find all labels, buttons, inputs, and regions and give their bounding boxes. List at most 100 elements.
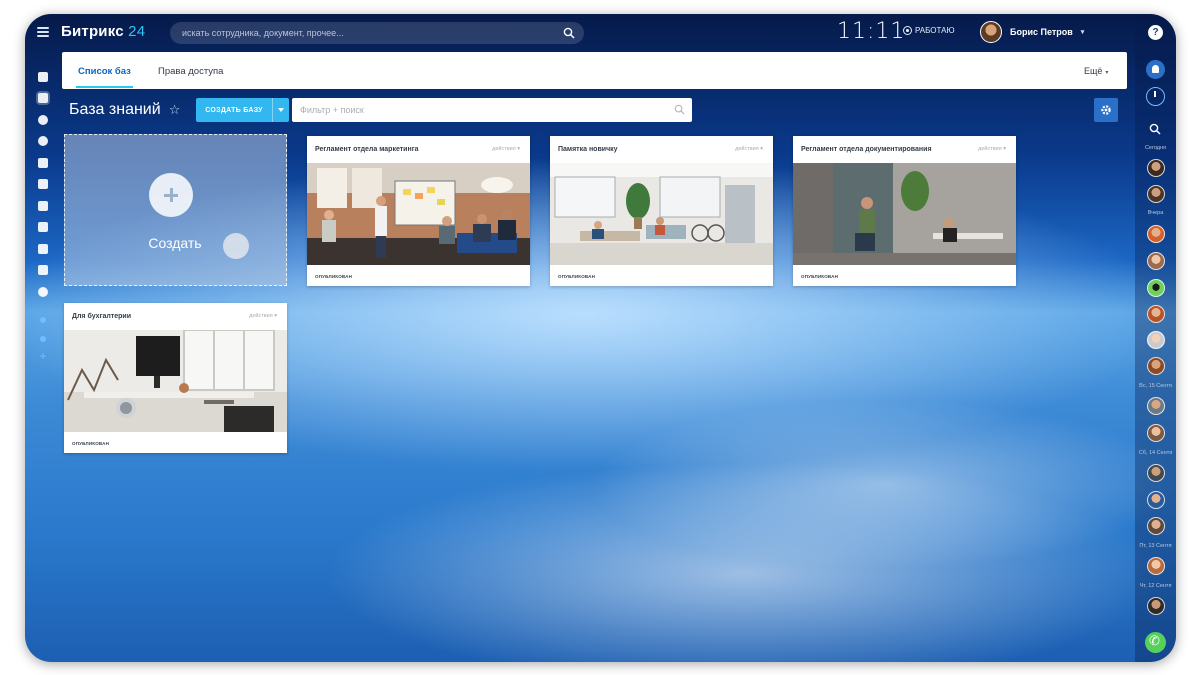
drive-icon <box>38 201 48 211</box>
menu-item-mail[interactable] <box>37 243 49 255</box>
knowledge-base-card[interactable]: Памятка новичку действия ▾ ОПУБЛИКОВАН <box>550 136 773 286</box>
card-title[interactable]: Регламент отдела маркетинга <box>315 146 419 153</box>
avatar[interactable] <box>1147 464 1165 482</box>
tab-access-rights[interactable]: Права доступа <box>158 66 223 77</box>
knowledge-base-card[interactable]: Для бухгалтерии действия ▾ ОПУБЛИКОВАН <box>64 303 287 453</box>
menu-item-sites[interactable] <box>37 114 49 126</box>
avatar[interactable] <box>1147 397 1165 415</box>
chart-icon <box>38 158 48 168</box>
feed-icon <box>38 72 48 82</box>
avatar[interactable] <box>1147 185 1165 203</box>
filter-input[interactable] <box>300 104 660 116</box>
avatar[interactable] <box>1147 331 1165 349</box>
menu-item-knowledge[interactable] <box>37 92 49 104</box>
avatar[interactable] <box>1147 597 1165 615</box>
bell-icon[interactable] <box>1146 60 1165 79</box>
menu-item-tasks[interactable] <box>37 178 49 190</box>
card-actions[interactable]: действия ▾ <box>978 146 1006 152</box>
avatar[interactable] <box>1147 357 1165 375</box>
card-cover-image[interactable] <box>64 330 287 432</box>
menu-item-calendar[interactable] <box>37 221 49 233</box>
menu-item-settings[interactable] <box>37 333 49 345</box>
avatar[interactable] <box>1147 557 1165 575</box>
gear-icon <box>1101 105 1111 115</box>
app-window: Битрикс 24 11:11 РАБОТАЮ Борис Петров ▾ <box>25 14 1176 662</box>
card-cover-image[interactable] <box>307 163 530 265</box>
apps-icon <box>38 265 48 275</box>
card-actions[interactable]: действия ▾ <box>735 146 763 152</box>
card-title[interactable]: Для бухгалтерии <box>72 313 131 320</box>
clock[interactable]: 11:11 <box>837 19 905 44</box>
plus-icon <box>149 173 193 217</box>
create-base-card[interactable]: Создать <box>64 134 287 286</box>
menu-item-drive[interactable] <box>37 200 49 212</box>
menu-item-crm[interactable] <box>37 135 49 147</box>
menu-item-more[interactable] <box>37 286 49 298</box>
star-icon[interactable]: ☆ <box>169 103 181 118</box>
contacts-search-icon[interactable] <box>1149 123 1161 135</box>
avatar[interactable] <box>1147 279 1165 297</box>
menu-item-sitemap[interactable] <box>37 314 49 326</box>
phone-icon[interactable] <box>1145 632 1166 653</box>
meeting-photo <box>307 163 530 265</box>
card-header: Для бухгалтерии действия ▾ <box>64 303 287 330</box>
menu-item-apps[interactable] <box>37 264 49 276</box>
tab-bases-list[interactable]: Список баз <box>76 66 133 88</box>
knowledge-base-card[interactable]: Регламент отдела документирования действ… <box>793 136 1016 286</box>
work-status[interactable]: РАБОТАЮ <box>903 26 955 35</box>
page-title: База знаний <box>69 101 161 118</box>
card-header: Регламент отдела документирования действ… <box>793 136 1016 163</box>
card-title[interactable]: Регламент отдела документирования <box>801 146 932 153</box>
card-cover-image[interactable] <box>793 163 1016 265</box>
chevron-down-icon: ▾ <box>1105 70 1109 76</box>
user-menu[interactable]: Борис Петров ▾ <box>980 21 1084 43</box>
card-actions-label: действия <box>492 146 516 152</box>
tabs-panel: Список баз Права доступа Ещё ▾ <box>62 52 1127 89</box>
logo[interactable]: Битрикс 24 <box>61 23 145 40</box>
search-input[interactable] <box>182 25 552 41</box>
avatar[interactable] <box>1147 252 1165 270</box>
book-icon <box>38 93 48 103</box>
avatar[interactable] <box>1147 424 1165 442</box>
recent-group-label: Сегодня <box>1144 145 1167 151</box>
add-menu-item-icon[interactable]: + <box>37 350 49 362</box>
avatar <box>980 21 1002 43</box>
avatar[interactable] <box>1147 225 1165 243</box>
logo-number: 24 <box>128 23 146 40</box>
search-icon[interactable] <box>563 27 575 39</box>
knowledge-base-card[interactable]: Регламент отдела маркетинга действия ▾ О… <box>307 136 530 286</box>
card-actions[interactable]: действия ▾ <box>492 146 520 152</box>
work-status-label: РАБОТАЮ <box>915 26 955 35</box>
recent-group-label: Чт, 12 Сентя <box>1139 583 1172 589</box>
search-icon[interactable] <box>674 104 685 115</box>
global-search[interactable] <box>170 22 584 44</box>
menu-item-reports[interactable] <box>37 157 49 169</box>
desk-photo <box>64 330 287 432</box>
sitemap-icon <box>40 317 46 323</box>
avatar[interactable] <box>1147 517 1165 535</box>
create-base-button[interactable]: СОЗДАТЬ БАЗУ <box>196 98 289 122</box>
gear-icon[interactable] <box>1094 98 1118 122</box>
avatar[interactable] <box>1147 159 1165 177</box>
card-cover-image[interactable] <box>550 163 773 265</box>
more-menu[interactable]: Ещё ▾ <box>1084 66 1108 76</box>
burger-menu-icon[interactable] <box>37 27 49 37</box>
chevron-down-icon[interactable] <box>272 98 289 122</box>
status-badge: ОПУБЛИКОВАН <box>315 274 353 279</box>
card-actions-label: действия <box>249 313 273 319</box>
avatar[interactable] <box>1147 491 1165 509</box>
card-title[interactable]: Памятка новичку <box>558 146 618 153</box>
checkbox-icon <box>38 179 48 189</box>
menu-item-feed[interactable] <box>37 71 49 83</box>
workspace-photo <box>793 163 1016 265</box>
right-panel: ? Сегодня Вчера Вс, 15 Сентя Сб, 14 Сент… <box>1135 14 1176 662</box>
clock-icon[interactable] <box>1146 87 1165 106</box>
card-header: Регламент отдела маркетинга действия ▾ <box>307 136 530 163</box>
create-card-label: Создать <box>148 235 202 251</box>
card-header: Памятка новичку действия ▾ <box>550 136 773 163</box>
avatar[interactable] <box>1147 305 1165 323</box>
help-icon[interactable]: ? <box>1148 25 1163 40</box>
card-actions-label: действия <box>978 146 1002 152</box>
card-actions[interactable]: действия ▾ <box>249 313 277 319</box>
filter-search[interactable] <box>292 98 692 122</box>
